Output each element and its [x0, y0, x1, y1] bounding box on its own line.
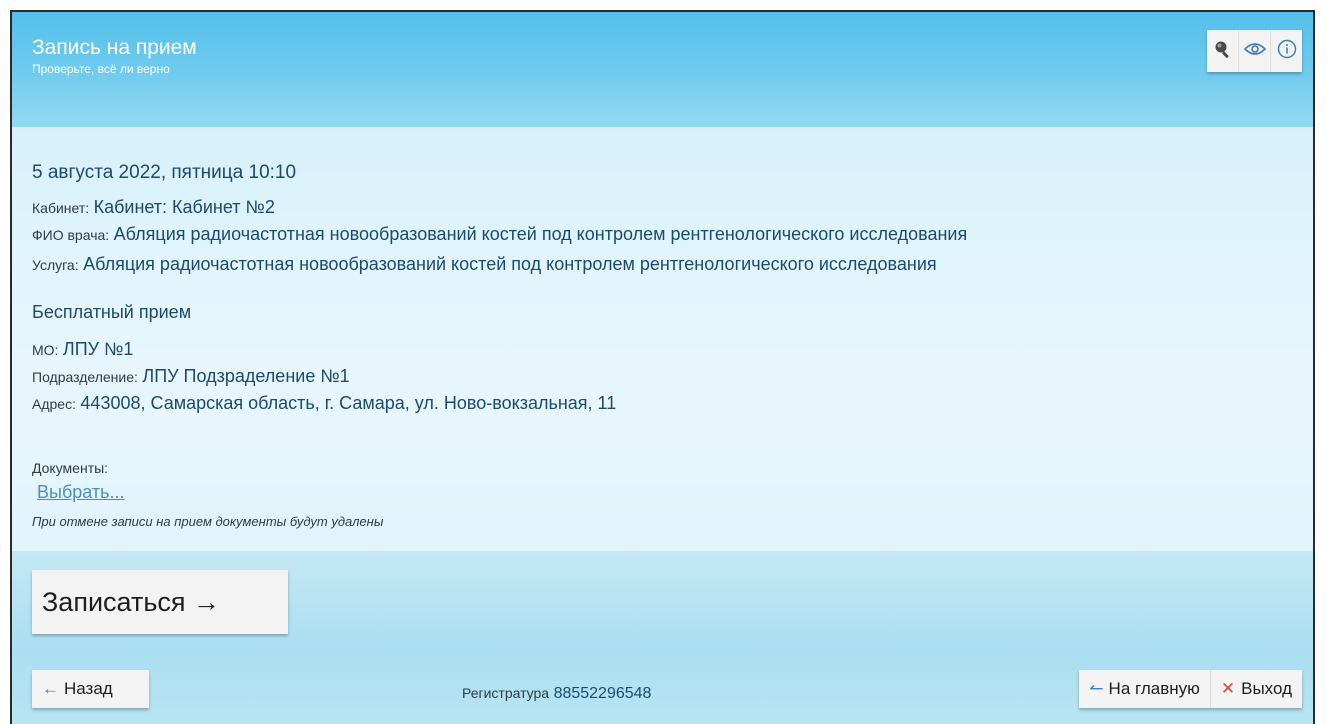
home-button[interactable]: ↼ На главную [1079, 670, 1210, 708]
service-label: Услуга: [32, 257, 79, 273]
cabinet-label: Кабинет: [32, 200, 90, 216]
search-icon [1213, 39, 1233, 64]
submit-appointment-button[interactable]: Записаться → [32, 570, 288, 634]
home-arrow-icon: ↼ [1089, 679, 1104, 698]
low-vision-button[interactable] [1238, 30, 1270, 72]
cabinet-value: Кабинет: Кабинет №2 [93, 197, 275, 217]
back-label: Назад [64, 679, 113, 698]
service-row: Услуга: Абляция радиочастотная новообраз… [32, 253, 937, 277]
arrow-left-icon: ← [42, 679, 59, 698]
doctor-row: ФИО врача: Абляция радиочастотная новооб… [32, 223, 967, 247]
documents-label: Документы: [32, 460, 109, 476]
page-title: Запись на прием [32, 36, 197, 59]
address-row: Адрес: 443008, Самарская область, г. Сам… [32, 392, 616, 416]
payment-type: Бесплатный прием [32, 302, 192, 322]
exit-button[interactable]: ✕ Выход [1209, 670, 1302, 708]
back-button[interactable]: ← Назад [32, 670, 149, 708]
mo-label: МО: [32, 342, 59, 358]
registry-label: Регистратура [462, 685, 550, 701]
info-button[interactable] [1270, 30, 1302, 72]
department-label: Подразделение: [32, 369, 138, 385]
page-subtitle: Проверьте, всё ли верно [32, 62, 170, 76]
address-label: Адрес: [32, 396, 76, 412]
accessibility-toolbar [1207, 30, 1302, 72]
cabinet-row: Кабинет: Кабинет: Кабинет №2 [32, 196, 275, 220]
mo-row: МО: ЛПУ №1 [32, 338, 133, 362]
search-button[interactable] [1207, 30, 1238, 72]
page-header: Запись на прием Проверьте, всё ли верно [12, 12, 1313, 127]
eye-icon [1243, 41, 1266, 62]
appointment-datetime: 5 августа 2022, пятница 10:10 [32, 162, 297, 183]
navigation-buttons: ↼ На главную ✕ Выход [1079, 670, 1302, 708]
home-label: На главную [1108, 679, 1200, 698]
app-window: Запись на прием Проверьте, всё ли верно [10, 10, 1315, 724]
department-row: Подразделение: ЛПУ Подзраделение №1 [32, 365, 350, 389]
service-value: Абляция радиочастотная новообразований к… [83, 254, 937, 274]
exit-label: Выход [1241, 679, 1292, 698]
choose-documents-link[interactable]: Выбрать... [37, 482, 125, 503]
registry-info: Регистратура 88552296548 [462, 683, 651, 704]
address-value: 443008, Самарская область, г. Самара, ул… [80, 393, 617, 413]
mo-value: ЛПУ №1 [62, 339, 134, 359]
documents-note: При отмене записи на прием документы буд… [32, 514, 384, 529]
registry-phone: 88552296548 [553, 685, 652, 702]
info-icon [1277, 39, 1297, 64]
doctor-label: ФИО врача: [32, 227, 110, 243]
close-icon: ✕ [1220, 679, 1236, 698]
doctor-value: Абляция радиочастотная новообразований к… [113, 224, 968, 244]
appointment-summary-card [12, 127, 1313, 551]
department-value: ЛПУ Подзраделение №1 [142, 366, 350, 386]
